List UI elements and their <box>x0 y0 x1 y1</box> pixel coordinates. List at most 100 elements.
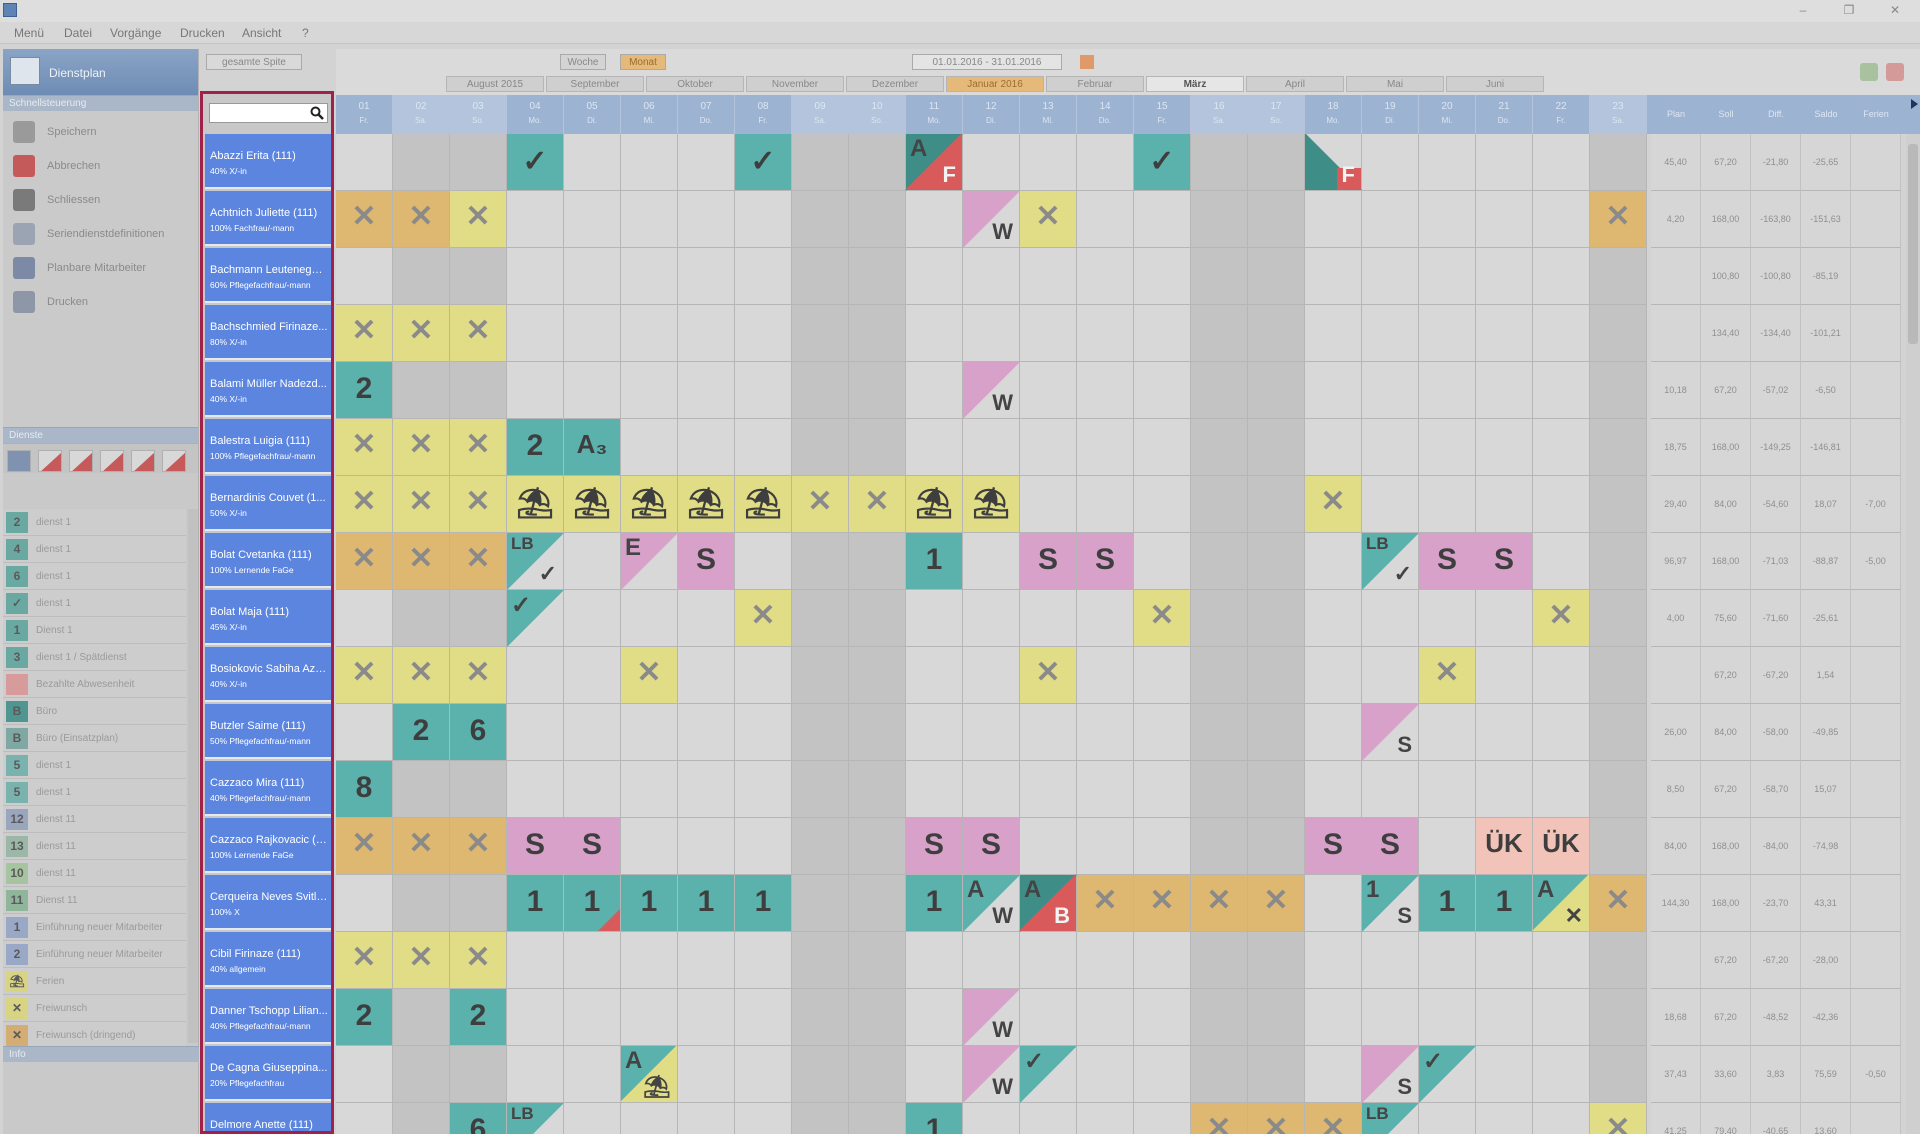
schedule-cell[interactable] <box>1248 590 1305 647</box>
schedule-cell[interactable] <box>1305 419 1362 476</box>
schedule-cell[interactable]: 6 <box>450 1103 507 1134</box>
legend-item[interactable]: 13 dienst 11 <box>3 833 186 860</box>
maximize-button[interactable]: ❐ <box>1836 2 1862 18</box>
legend-item[interactable]: 1 Dienst 1 <box>3 617 186 644</box>
schedule-cell[interactable]: ⛱ <box>678 476 735 533</box>
schedule-cell[interactable] <box>1191 989 1248 1046</box>
shape-option[interactable] <box>7 450 31 472</box>
schedule-cell[interactable]: ✕ <box>393 647 450 704</box>
schedule-cell[interactable] <box>1476 191 1533 248</box>
schedule-cell[interactable] <box>336 590 393 647</box>
day-column-header[interactable]: 16 Sa. <box>1191 95 1248 134</box>
schedule-cell[interactable] <box>1077 647 1134 704</box>
schedule-cell[interactable] <box>1191 134 1248 191</box>
schedule-cell[interactable] <box>1305 533 1362 590</box>
employee-row[interactable]: Cerqueira Neves Svitla... 100% X <box>205 875 331 930</box>
schedule-cell[interactable]: S <box>507 818 564 875</box>
schedule-cell[interactable] <box>1020 305 1077 362</box>
schedule-cell[interactable] <box>1248 647 1305 704</box>
schedule-cell[interactable] <box>1419 818 1476 875</box>
day-column-header[interactable]: 12 Di. <box>963 95 1020 134</box>
schedule-cell[interactable] <box>678 362 735 419</box>
schedule-cell[interactable] <box>963 134 1020 191</box>
schedule-cell[interactable]: A ⛱ <box>620 1045 678 1103</box>
schedule-cell[interactable] <box>507 761 564 818</box>
schedule-cell[interactable] <box>564 761 621 818</box>
legend-item[interactable]: ✕ Freiwunsch <box>3 995 186 1022</box>
legend-item[interactable]: 1 Einführung neuer Mitarbeiter <box>3 914 186 941</box>
schedule-cell[interactable] <box>1020 818 1077 875</box>
schedule-cell[interactable] <box>735 704 792 761</box>
month-button[interactable]: März <box>1146 76 1244 92</box>
schedule-cell[interactable] <box>1020 761 1077 818</box>
schedule-cell[interactable] <box>906 1046 963 1103</box>
schedule-cell[interactable] <box>1020 134 1077 191</box>
schedule-cell[interactable]: F <box>1305 134 1362 191</box>
schedule-cell[interactable]: AB <box>1019 874 1077 932</box>
schedule-cell[interactable] <box>1533 419 1590 476</box>
employee-row[interactable]: Bachschmied Firinaze... 80% X/-in <box>205 305 331 360</box>
schedule-cell[interactable] <box>621 1103 678 1134</box>
schedule-cell[interactable] <box>1134 818 1191 875</box>
schedule-cell[interactable] <box>1077 476 1134 533</box>
schedule-cell[interactable] <box>621 419 678 476</box>
schedule-cell[interactable] <box>507 305 564 362</box>
schedule-cell[interactable] <box>1476 1046 1533 1103</box>
schedule-cell[interactable] <box>1419 704 1476 761</box>
month-button[interactable]: Januar 2016 <box>946 76 1044 92</box>
quick-action-drucken[interactable]: Drucken <box>9 289 194 315</box>
quick-action-speichern[interactable]: Speichern <box>9 119 194 145</box>
schedule-cell[interactable] <box>1590 932 1647 989</box>
schedule-cell[interactable] <box>1305 590 1362 647</box>
schedule-cell[interactable] <box>1533 1103 1590 1134</box>
month-button[interactable]: September <box>546 76 644 92</box>
month-view-button[interactable]: Monat <box>620 54 666 70</box>
day-column-header[interactable]: 05 Di. <box>564 95 621 134</box>
schedule-cell[interactable] <box>1476 305 1533 362</box>
schedule-cell[interactable] <box>1020 590 1077 647</box>
schedule-cell[interactable] <box>1077 248 1134 305</box>
schedule-cell[interactable]: 1 <box>564 875 621 932</box>
schedule-cell[interactable] <box>735 647 792 704</box>
menu-help[interactable]: ? <box>302 26 309 40</box>
schedule-cell[interactable]: ⛱ <box>906 476 963 533</box>
employee-row[interactable]: Bachmann Leuteneggar... 60% Pflegefachfra… <box>205 248 331 303</box>
schedule-cell[interactable] <box>1419 248 1476 305</box>
schedule-cell[interactable] <box>507 191 564 248</box>
schedule-cell[interactable] <box>963 761 1020 818</box>
schedule-cell[interactable] <box>1134 761 1191 818</box>
month-button[interactable]: Mai <box>1346 76 1444 92</box>
schedule-cell[interactable] <box>564 932 621 989</box>
employee-row[interactable]: De Cagna Giuseppina... 20% Pflegefachfrau <box>205 1046 331 1101</box>
schedule-cell[interactable] <box>1077 989 1134 1046</box>
legend-item[interactable]: 2 dienst 1 <box>3 509 186 536</box>
schedule-cell[interactable] <box>393 1103 450 1134</box>
schedule-cell[interactable] <box>678 590 735 647</box>
employee-row[interactable]: Butzler Saime (111) 50% Pflegefachfrau/-m… <box>205 704 331 759</box>
schedule-cell[interactable] <box>849 989 906 1046</box>
schedule-cell[interactable] <box>1020 362 1077 419</box>
schedule-cell[interactable] <box>678 1103 735 1134</box>
month-button[interactable]: August 2015 <box>446 76 544 92</box>
menu-menue[interactable]: Menü <box>14 26 44 40</box>
schedule-cell[interactable] <box>1590 704 1647 761</box>
schedule-cell[interactable]: ✕ <box>336 419 393 476</box>
schedule-cell[interactable] <box>678 932 735 989</box>
schedule-cell[interactable] <box>849 761 906 818</box>
schedule-cell[interactable] <box>1362 989 1419 1046</box>
schedule-cell[interactable] <box>1476 989 1533 1046</box>
schedule-cell[interactable]: ✕ <box>393 533 450 590</box>
schedule-cell[interactable] <box>507 248 564 305</box>
month-button[interactable]: Oktober <box>646 76 744 92</box>
employee-row[interactable]: Achtnich Juliette (111) 100% Fachfrau/-ma… <box>205 191 331 246</box>
schedule-cell[interactable] <box>1248 191 1305 248</box>
shape-option[interactable] <box>162 450 186 472</box>
schedule-cell[interactable] <box>963 248 1020 305</box>
legend-item[interactable]: 5 dienst 1 <box>3 779 186 806</box>
schedule-cell[interactable] <box>1134 533 1191 590</box>
schedule-cell[interactable]: ✕ <box>621 647 678 704</box>
schedule-cell[interactable] <box>1362 476 1419 533</box>
schedule-cell[interactable]: ✕ <box>393 818 450 875</box>
legend-item[interactable]: 10 dienst 11 <box>3 860 186 887</box>
schedule-cell[interactable] <box>1362 248 1419 305</box>
